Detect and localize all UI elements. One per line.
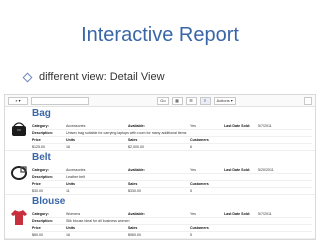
- available-value: Yes: [190, 168, 196, 172]
- description-value: Silk blouse ideal for all business women: [66, 219, 130, 223]
- search-icon: ⌕: [15, 98, 18, 103]
- record-details: Category: Accessories Available: Yes Las…: [32, 123, 312, 151]
- sales-header: Sales: [128, 138, 138, 142]
- category-value: Accessories: [66, 124, 86, 128]
- report-view-button[interactable]: ☰: [185, 96, 197, 105]
- customers-header: Customers: [190, 182, 209, 186]
- price-value: $125.00: [32, 145, 45, 149]
- sales-value: $2,000.00: [128, 145, 144, 149]
- price-value: $60.00: [32, 233, 43, 237]
- customers-value: 5: [190, 189, 192, 193]
- search-input[interactable]: [31, 96, 89, 105]
- search-column-button[interactable]: ⌕ ▾: [8, 96, 28, 105]
- price-value: $30.00: [32, 189, 43, 193]
- units-value: 11: [66, 189, 70, 193]
- blouse-icon: [9, 207, 29, 227]
- units-header: Units: [66, 226, 75, 230]
- description-label: Description:: [32, 175, 53, 179]
- record-title: Blouse: [32, 196, 66, 207]
- last-date-sold-label: Last Date Sold:: [224, 212, 251, 216]
- description-value: Unisex bag suitable for carrying laptops…: [66, 131, 187, 135]
- actions-menu-button[interactable]: Actions ▾: [213, 96, 236, 105]
- available-label: Available:: [128, 124, 145, 128]
- last-date-sold-value: 5/7/2011: [258, 212, 272, 216]
- price-header: Price: [32, 226, 41, 230]
- units-header: Units: [66, 182, 75, 186]
- last-date-sold-label: Last Date Sold:: [224, 168, 251, 172]
- chevron-down-icon: ▾: [18, 98, 21, 103]
- units-value: 16: [66, 233, 70, 237]
- price-header: Price: [32, 138, 41, 142]
- sales-value: $960.00: [128, 233, 141, 237]
- bullet-item: different view: Detail View: [22, 71, 165, 83]
- detail-record: Belt Category: Accessories Available: Ye…: [5, 151, 315, 195]
- category-value: Accessories: [66, 168, 86, 172]
- description-value: Leather belt: [66, 175, 85, 179]
- report-toolbar: ⌕ ▾ Go ▦ ☰ ≡ Actions ▾: [5, 95, 315, 107]
- available-value: Yes: [190, 212, 196, 216]
- units-header: Units: [66, 138, 75, 142]
- record-title: Bag: [32, 108, 51, 119]
- customers-header: Customers: [190, 138, 209, 142]
- last-date-sold-label: Last Date Sold:: [224, 124, 251, 128]
- category-label: Category:: [32, 124, 49, 128]
- corner-button[interactable]: [304, 96, 312, 105]
- bullet-text: different view: Detail View: [39, 71, 165, 83]
- record-details: Category: Accessories Available: Yes Las…: [32, 167, 312, 195]
- bullet-diamond-icon: [22, 72, 33, 82]
- detail-record: Bag Category: Accessories Available: Yes…: [5, 107, 315, 151]
- customers-value: 6: [190, 145, 192, 149]
- slide-title: Interactive Report: [81, 24, 239, 46]
- detail-view-button[interactable]: ≡: [199, 96, 211, 105]
- description-label: Description:: [32, 131, 53, 135]
- record-title: Belt: [32, 152, 51, 163]
- description-label: Description:: [32, 219, 53, 223]
- sales-value: $330.00: [128, 189, 141, 193]
- report-panel: ⌕ ▾ Go ▦ ☰ ≡ Actions ▾ Bag Category: Acc…: [4, 94, 316, 240]
- record-details: Category: Womens Available: Yes Last Dat…: [32, 211, 312, 239]
- go-button[interactable]: Go: [157, 96, 169, 105]
- available-label: Available:: [128, 212, 145, 216]
- category-value: Womens: [66, 212, 81, 216]
- sales-header: Sales: [128, 182, 138, 186]
- customers-header: Customers: [190, 226, 209, 230]
- belt-icon: [9, 163, 29, 183]
- category-label: Category:: [32, 168, 49, 172]
- available-label: Available:: [128, 168, 145, 172]
- category-label: Category:: [32, 212, 49, 216]
- detail-record: Blouse Category: Womens Available: Yes L…: [5, 195, 315, 239]
- last-date-sold-value: 5/7/2011: [258, 124, 272, 128]
- icon-view-button[interactable]: ▦: [171, 96, 183, 105]
- units-value: 16: [66, 145, 70, 149]
- available-value: Yes: [190, 124, 196, 128]
- price-header: Price: [32, 182, 41, 186]
- sales-header: Sales: [128, 226, 138, 230]
- last-date-sold-value: 5/20/2011: [258, 168, 274, 172]
- bag-icon: [9, 119, 29, 139]
- customers-value: 5: [190, 233, 192, 237]
